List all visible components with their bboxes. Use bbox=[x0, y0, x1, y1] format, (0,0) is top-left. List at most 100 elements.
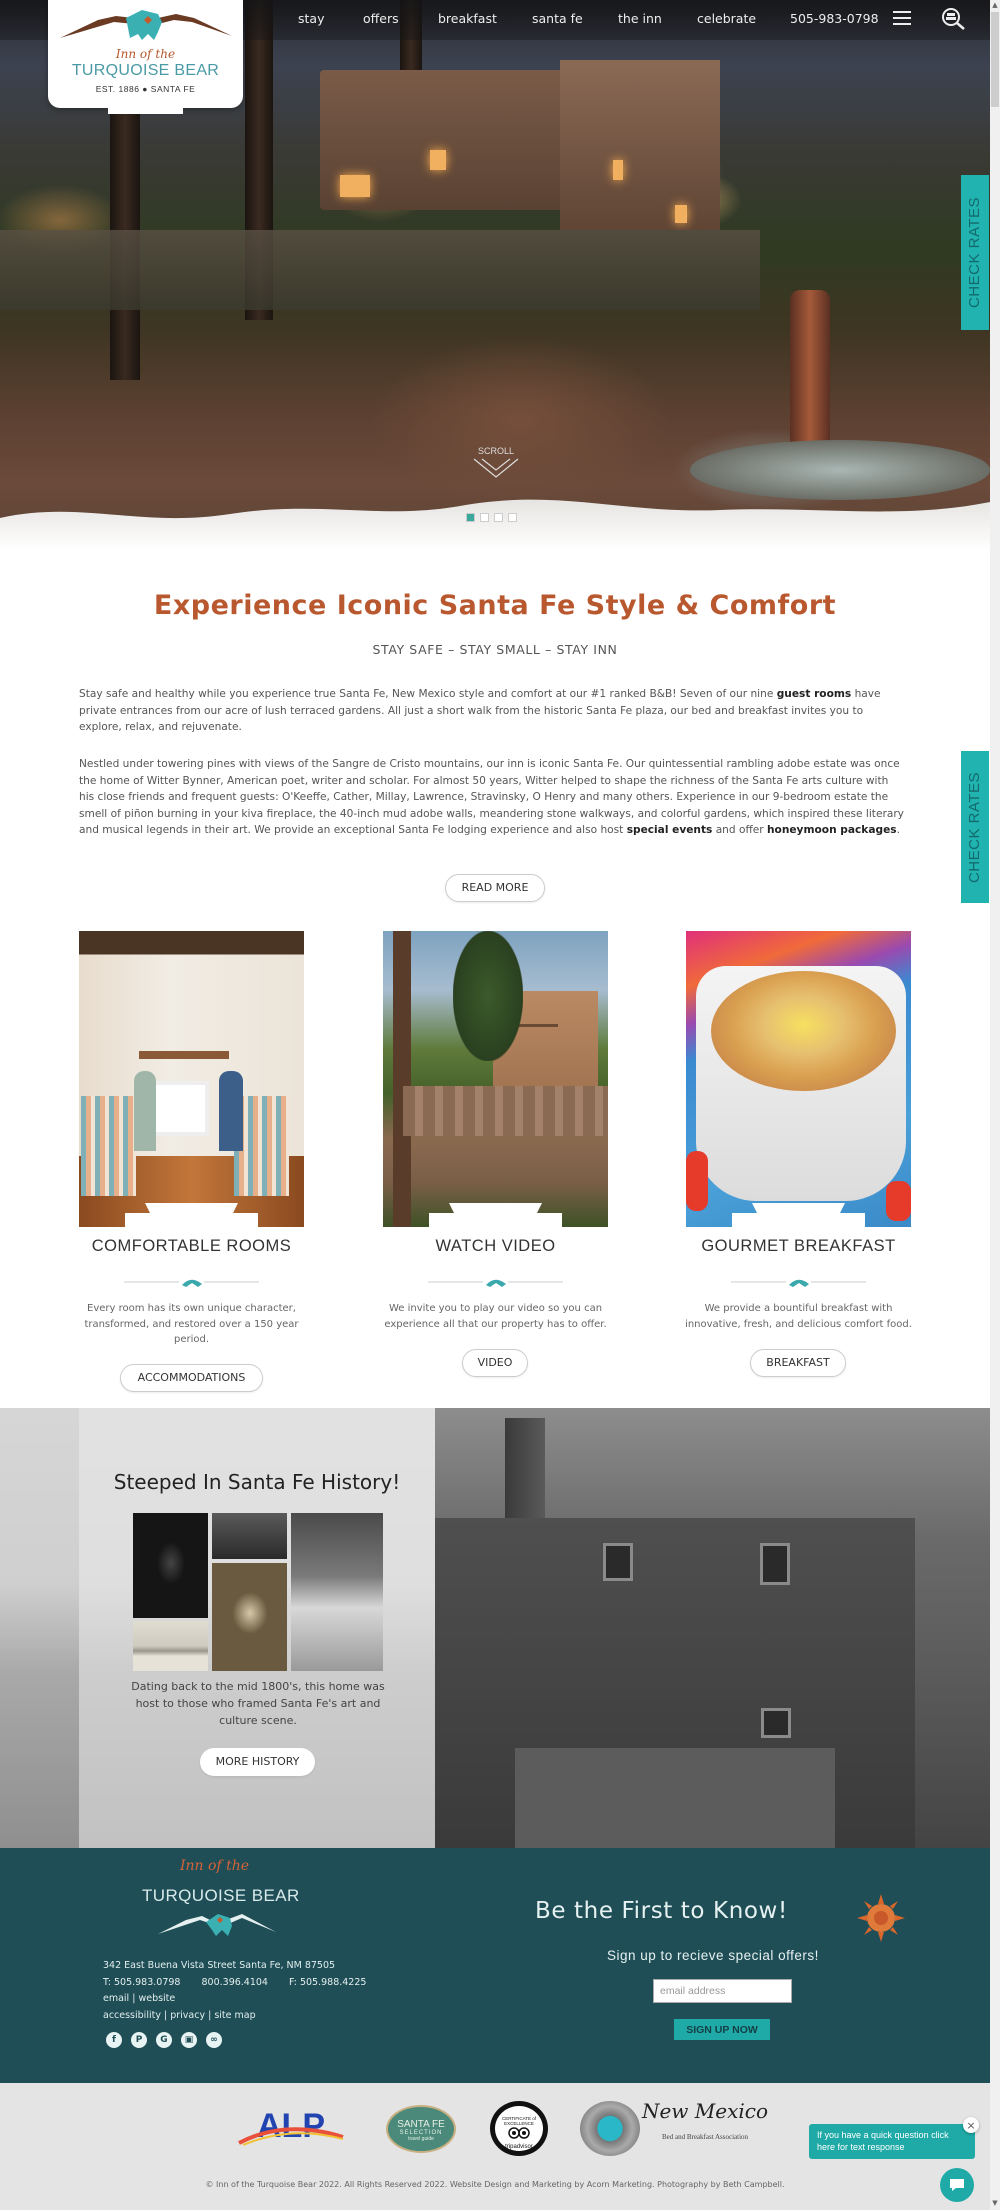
scroll-indicator[interactable]: SCROLL bbox=[472, 446, 520, 482]
history-photo bbox=[212, 1513, 287, 1559]
video-image[interactable] bbox=[383, 931, 608, 1227]
history-title: Steeped In Santa Fe History! bbox=[113, 1470, 401, 1494]
history-text: Dating back to the mid 1800's, this home… bbox=[131, 1680, 385, 1727]
footer-address: 342 East Buena Vista Street Santa Fe, NM… bbox=[103, 1960, 336, 1971]
instagram-icon[interactable]: ▣ bbox=[181, 2032, 197, 2048]
alp-logo[interactable]: ALP bbox=[235, 2105, 347, 2147]
nav-phone-link[interactable]: 505-983-0798 bbox=[790, 11, 879, 26]
breakfast-image[interactable] bbox=[686, 931, 911, 1227]
badge-subtitle: Bed and Breakfast Association bbox=[661, 2133, 749, 2141]
nav-item-the-inn[interactable]: the inn bbox=[618, 11, 662, 26]
footer-accessibility-link[interactable]: accessibility bbox=[103, 2010, 161, 2021]
accommodations-button[interactable]: ACCOMMODATIONS bbox=[120, 1364, 263, 1392]
more-history-button[interactable]: MORE HISTORY bbox=[200, 1748, 315, 1776]
scroll-label: SCROLL bbox=[477, 446, 514, 456]
special-events-link[interactable]: special events bbox=[627, 824, 713, 836]
nav-item-stay[interactable]: stay bbox=[298, 11, 324, 26]
stone-wall bbox=[403, 1086, 608, 1136]
footer-logo-name: TURQUOISE BEAR bbox=[142, 1886, 300, 1905]
adobe-window bbox=[603, 1543, 633, 1581]
footer-phone[interactable]: T: 505.983.0798 bbox=[103, 1977, 180, 1988]
tripadvisor-badge[interactable]: CERTIFICATE of EXCELLENCE tripadvisor bbox=[490, 2101, 548, 2156]
slide-pagination bbox=[466, 513, 517, 522]
hero-window bbox=[675, 205, 687, 223]
card-rooms: COMFORTABLE ROOMS Every room has its own… bbox=[79, 931, 304, 1392]
newsletter-email-input[interactable] bbox=[653, 1979, 792, 2003]
guest-rooms-link[interactable]: guest rooms bbox=[777, 688, 852, 700]
footer-bear-logo-icon bbox=[158, 1914, 276, 1936]
signup-button[interactable]: SIGN UP NOW bbox=[674, 2019, 770, 2040]
text-run: and offer bbox=[712, 824, 768, 836]
footer-sitemap-link[interactable]: site map bbox=[214, 2010, 255, 2021]
site-logo[interactable]: Inn of the TURQUOISE BEAR EST. 1886 ● SA… bbox=[48, 0, 243, 114]
chat-button[interactable] bbox=[940, 2168, 974, 2202]
pinterest-icon[interactable]: P bbox=[131, 2032, 147, 2048]
badge-title: New Mexico bbox=[641, 2099, 769, 2123]
guest-figure bbox=[134, 1071, 156, 1151]
hamburger-icon[interactable] bbox=[893, 11, 911, 25]
slide-dot-2[interactable] bbox=[480, 513, 489, 522]
badge-title: SANTA FE bbox=[397, 2119, 445, 2130]
close-icon[interactable]: × bbox=[963, 2117, 979, 2133]
footer-tollfree[interactable]: 800.396.4104 bbox=[202, 1977, 268, 1988]
badge-subtitle: CERTIFICATE of EXCELLENCE bbox=[501, 2116, 537, 2126]
check-rates-tab-floating[interactable]: CHECK RATES bbox=[961, 751, 989, 903]
footer-privacy-link[interactable]: privacy bbox=[170, 2010, 205, 2021]
slide-dot-3[interactable] bbox=[494, 513, 503, 522]
honeymoon-packages-link[interactable]: honeymoon packages bbox=[767, 824, 897, 836]
history-photo bbox=[291, 1513, 383, 1671]
page-scrollbar[interactable]: ▲ ▼ bbox=[990, 0, 1000, 2210]
history-photo bbox=[212, 1563, 287, 1671]
adobe-lower-wall bbox=[515, 1748, 835, 1848]
facebook-icon[interactable]: f bbox=[106, 2032, 122, 2048]
footer-contact: Inn of the TURQUOISE BEAR 342 East Buena… bbox=[0, 1848, 990, 2083]
check-rates-tab[interactable]: CHECK RATES bbox=[961, 175, 989, 330]
nav-item-offers[interactable]: offers bbox=[363, 11, 399, 26]
nav-item-celebrate[interactable]: celebrate bbox=[697, 11, 756, 26]
adobe-window bbox=[761, 1708, 791, 1738]
history-section: Steeped In Santa Fe History! Dating back… bbox=[0, 1408, 990, 1848]
nav-item-breakfast[interactable]: breakfast bbox=[438, 11, 497, 26]
dutch-baby-pancake bbox=[711, 971, 896, 1091]
slide-dot-4[interactable] bbox=[508, 513, 517, 522]
check-rates-label: CHECK RATES bbox=[966, 771, 984, 883]
card-notch bbox=[732, 1203, 865, 1227]
alp-logo-text: ALP bbox=[257, 2107, 325, 2145]
scroll-down-arrow[interactable]: ▼ bbox=[990, 2198, 1000, 2208]
card-title: COMFORTABLE ROOMS bbox=[91, 1237, 292, 1255]
footer-logo-script: Inn of the bbox=[180, 1858, 250, 1874]
scroll-up-arrow[interactable]: ▲ bbox=[990, 0, 1000, 10]
tripadvisor-icon[interactable]: ∞ bbox=[206, 2032, 222, 2048]
strawberry bbox=[886, 1181, 911, 1221]
slide-dot-1[interactable] bbox=[466, 513, 475, 522]
card-text: Every room has its own unique character,… bbox=[84, 1303, 299, 1345]
pine-trunk bbox=[393, 931, 411, 1227]
footer-links-2: accessibility | privacy | site map bbox=[103, 2009, 256, 2021]
logo-name-text: TURQUOISE BEAR bbox=[71, 62, 220, 79]
video-button[interactable]: VIDEO bbox=[462, 1349, 528, 1377]
scroll-thumb[interactable] bbox=[991, 12, 999, 107]
logo-est-text: EST. 1886 ● SANTA FE bbox=[95, 84, 196, 94]
bear-divider-icon bbox=[731, 1279, 866, 1287]
google-icon[interactable]: G bbox=[156, 2032, 172, 2048]
nav-item-santa-fe[interactable]: santa fe bbox=[532, 11, 583, 26]
footer-fax: F: 505.988.4225 bbox=[289, 1976, 367, 1988]
badge-title: tripadvisor bbox=[505, 2144, 533, 2150]
breakfast-button[interactable]: BREAKFAST bbox=[750, 1349, 846, 1377]
check-rates-label: CHECK RATES bbox=[966, 196, 984, 309]
bed-search-icon[interactable] bbox=[940, 7, 966, 31]
read-more-button[interactable]: READ MORE bbox=[445, 874, 545, 902]
logo-script-text: Inn of the bbox=[115, 47, 176, 61]
footer-email-link[interactable]: email bbox=[103, 1993, 129, 2004]
rooms-image[interactable] bbox=[79, 931, 304, 1227]
santa-fe-selection-badge[interactable]: SANTA FE SELECTION travel guide bbox=[386, 2105, 456, 2153]
footer-website-link[interactable]: website bbox=[138, 1993, 175, 2004]
intro-title: Experience Iconic Santa Fe Style & Comfo… bbox=[153, 590, 837, 621]
card-text: We invite you to play our video so you c… bbox=[384, 1303, 607, 1330]
card-notch bbox=[429, 1203, 562, 1227]
mantel bbox=[139, 1051, 229, 1059]
chat-prompt-bubble[interactable]: If you have a quick question click here … bbox=[809, 2124, 975, 2159]
logo-notch bbox=[108, 106, 183, 114]
new-mexico-bb-badge[interactable]: New Mexico Bed and Breakfast Association bbox=[640, 2099, 770, 2159]
social-links: f P G ▣ ∞ bbox=[106, 2032, 222, 2048]
